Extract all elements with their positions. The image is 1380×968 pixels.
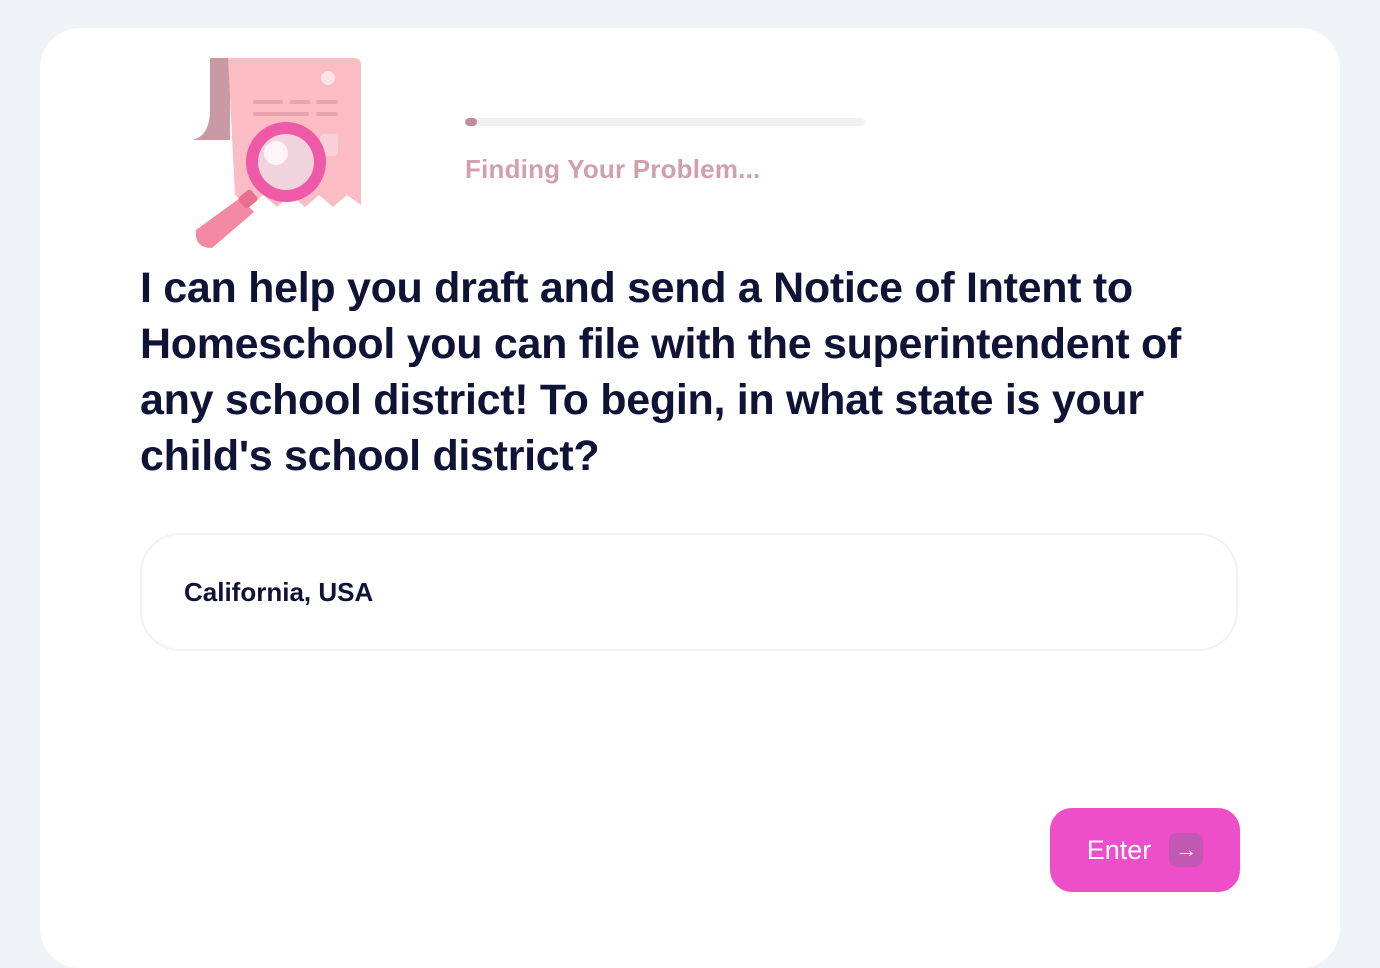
progress-bar (465, 118, 865, 126)
progress-bar-fill (465, 118, 477, 126)
progress-status-text: Finding Your Problem... (465, 154, 761, 184)
enter-button-label: Enter (1086, 834, 1152, 865)
arrow-right-icon: → (1169, 833, 1204, 867)
state-input[interactable] (140, 533, 1238, 651)
enter-button[interactable]: Enter → (1050, 808, 1240, 892)
question-card: Finding Your Problem... I can help you d… (40, 28, 1340, 968)
document-magnifier-icon (192, 58, 361, 248)
question-text: I can help you draft and send a Notice o… (140, 264, 1181, 480)
